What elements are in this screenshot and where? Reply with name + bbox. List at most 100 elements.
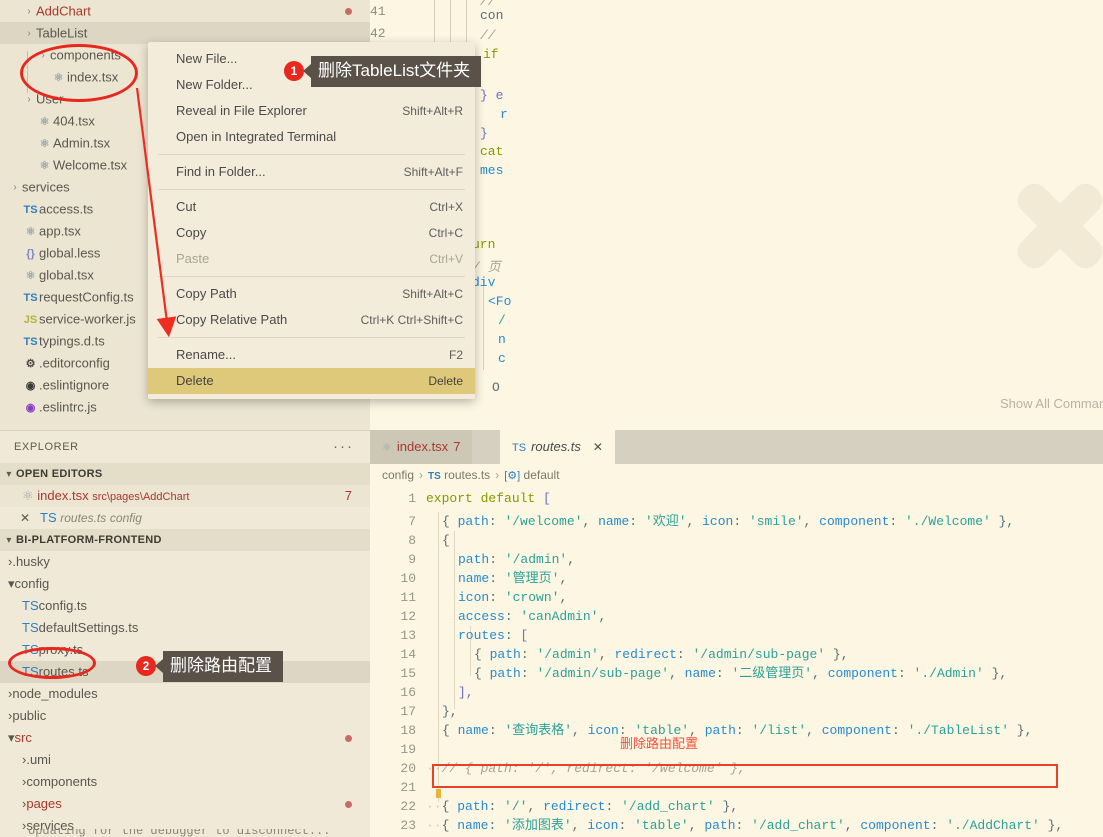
- code-line-22[interactable]: 22 ··{ path: '/', redirect: '/add_chart' …: [370, 797, 1103, 816]
- project-item-config[interactable]: ▾config: [0, 573, 370, 595]
- code-line-7[interactable]: 7 { path: '/welcome', name: '欢迎', icon: '…: [370, 512, 1103, 531]
- line-number: 7: [408, 514, 416, 529]
- open-editors-header[interactable]: ▾ OPEN EDITORS: [0, 463, 370, 485]
- code-token: ,: [598, 647, 615, 662]
- project-item-config-ts[interactable]: TSconfig.ts: [0, 595, 370, 617]
- menu-item-shortcut: Ctrl+C: [428, 226, 463, 240]
- code-token: :: [489, 590, 505, 605]
- project-item-components[interactable]: ›components: [0, 771, 370, 793]
- editor-tab-index-tsx[interactable]: ⚛ index.tsx 7: [370, 430, 473, 464]
- code-token: ,: [686, 514, 703, 529]
- code-editor-area[interactable]: 1 export default [7{ path: '/welcome', na…: [370, 486, 1103, 837]
- code-token: component: [827, 666, 898, 681]
- project-item--husky[interactable]: ›.husky: [0, 551, 370, 573]
- code-line-17[interactable]: 17},: [370, 702, 1103, 721]
- file-context-menu[interactable]: New File... New Folder... Reveal in File E…: [148, 42, 475, 399]
- code-fragment: / 页: [472, 260, 501, 275]
- code-token: path: [704, 723, 736, 738]
- project-item-label: .umi: [26, 752, 51, 767]
- breadcrumb-item-config[interactable]: config: [382, 468, 414, 482]
- code-token: :: [520, 666, 537, 681]
- code-token: component: [821, 723, 892, 738]
- code-line-18[interactable]: 18 { name: '查询表格', icon: 'table', path: '…: [370, 721, 1103, 740]
- line-number: 15: [400, 666, 416, 681]
- code-token: export: [426, 491, 481, 506]
- project-item-label: pages: [26, 796, 62, 811]
- project-item-label: .husky: [12, 554, 50, 569]
- menu-item-copy-path[interactable]: Copy Path Shift+Alt+C: [148, 281, 475, 307]
- explorer-title: EXPLORER: [14, 441, 79, 453]
- open-editor-name: routes.ts: [60, 511, 107, 525]
- code-fragment: urn: [472, 237, 496, 252]
- menu-item-copy[interactable]: Copy Ctrl+C: [148, 220, 475, 246]
- project-item-pages[interactable]: ›pages: [0, 793, 370, 815]
- menu-item-rename[interactable]: Rename... F2: [148, 342, 475, 368]
- code-token: :: [489, 571, 505, 586]
- breadcrumb-item-routes-ts[interactable]: TS routes.ts: [428, 468, 490, 482]
- project-item-defaultsettings-ts[interactable]: TSdefaultSettings.ts: [0, 617, 370, 639]
- menu-item-reveal-in-file-explorer[interactable]: Reveal in File Explorer Shift+Alt+R: [148, 98, 475, 124]
- tree-item-label: global.tsx: [39, 267, 94, 283]
- project-item-node-modules[interactable]: ›node_modules: [0, 683, 370, 705]
- callout-text-2: 删除路由配置: [163, 651, 283, 682]
- code-line-10[interactable]: 10 name: '管理页',: [370, 569, 1103, 588]
- project-root-header[interactable]: ▾ BI-PLATFORM-FRONTEND: [0, 529, 370, 551]
- editor-tab-routes-ts[interactable]: TS routes.ts ✕: [500, 430, 615, 464]
- code-token: },: [990, 514, 1015, 529]
- project-item-public[interactable]: ›public: [0, 705, 370, 727]
- code-token: :: [488, 799, 505, 814]
- code-line-14[interactable]: 14 { path: '/admin', redirect: '/admin/su…: [370, 645, 1103, 664]
- code-line-16[interactable]: 16],: [370, 683, 1103, 702]
- code-line-text: },: [442, 702, 458, 721]
- tree-item-tablelist[interactable]: › TableList: [0, 22, 370, 44]
- file-type-icon: ⚛: [39, 159, 50, 172]
- close-icon[interactable]: ✕: [20, 507, 30, 529]
- code-line-9[interactable]: 9 path: '/admin',: [370, 550, 1103, 569]
- code-line-8[interactable]: 8{: [370, 531, 1103, 550]
- tree-item-addchart[interactable]: › AddChart: [0, 0, 370, 22]
- file-type-icon: TS: [22, 664, 39, 679]
- code-token: path: [704, 818, 736, 833]
- menu-item-copy-relative-path[interactable]: Copy Relative Path Ctrl+K Ctrl+Shift+C: [148, 307, 475, 333]
- open-editor-index-tsx[interactable]: ⚛ index.tsx src\pages\AddChart 7: [0, 485, 370, 507]
- code-line-13[interactable]: 13 routes: [: [370, 626, 1103, 645]
- menu-item-find-in-folder[interactable]: Find in Folder... Shift+Alt+F: [148, 159, 475, 185]
- code-line-19[interactable]: 19: [370, 740, 1103, 759]
- breadcrumb-item-default[interactable]: [⚙] default: [504, 468, 559, 482]
- code-line-20[interactable]: 20 ··// { path: '/', redirect: '/welcome'…: [370, 759, 1103, 778]
- line-number: 1: [408, 491, 416, 506]
- code-line-12[interactable]: 12 access: 'canAdmin',: [370, 607, 1103, 626]
- code-token: icon: [587, 723, 619, 738]
- menu-item-cut[interactable]: Cut Ctrl+X: [148, 194, 475, 220]
- code-line-21[interactable]: 21: [370, 778, 1103, 797]
- project-item--umi[interactable]: ›.umi: [0, 749, 370, 771]
- project-item-label: config.ts: [38, 598, 88, 613]
- file-type-icon: TS: [23, 335, 38, 348]
- project-item-label: node_modules: [12, 686, 98, 701]
- callout-badge-2: 2: [136, 656, 156, 677]
- code-line-23[interactable]: 23 ··{ name: '添加图表', icon: 'table', path:…: [370, 816, 1103, 835]
- code-token: :: [520, 647, 537, 662]
- open-editor-routes-ts[interactable]: ✕ TS routes.ts config: [0, 507, 370, 529]
- code-line-11[interactable]: 11 icon: 'crown',: [370, 588, 1103, 607]
- code-line-1[interactable]: 1 export default [: [370, 486, 1103, 512]
- project-item-src[interactable]: ▾src: [0, 727, 370, 749]
- code-token: {: [474, 647, 490, 662]
- file-type-icon: ◉: [25, 379, 36, 392]
- menu-item-delete[interactable]: Delete Delete: [148, 368, 475, 394]
- editor-panel: ⚛ index.tsx 7 TS routes.ts ✕ config › TS routes…: [370, 430, 1103, 837]
- menu-item-open-in-integrated-terminal[interactable]: Open in Integrated Terminal: [148, 124, 475, 150]
- menu-item-shortcut: Delete: [428, 374, 463, 388]
- code-token: './Welcome': [904, 514, 991, 529]
- code-token: './TableList': [907, 723, 1009, 738]
- code-line-15[interactable]: 15 { path: '/admin/sub-page', name: '二级管理…: [370, 664, 1103, 683]
- tab-problem-count: 7: [453, 439, 461, 454]
- code-token: },: [825, 647, 849, 662]
- tree-item--eslintrc-js[interactable]: ◉ .eslintrc.js: [0, 396, 370, 418]
- close-icon[interactable]: ✕: [593, 440, 603, 454]
- code-token: '/admin/sub-page': [692, 647, 826, 662]
- breadcrumb-separator: ›: [419, 468, 424, 482]
- explorer-more-icon[interactable]: ···: [333, 431, 354, 463]
- code-token: '/admin': [536, 647, 599, 662]
- code-token: redirect: [614, 647, 677, 662]
